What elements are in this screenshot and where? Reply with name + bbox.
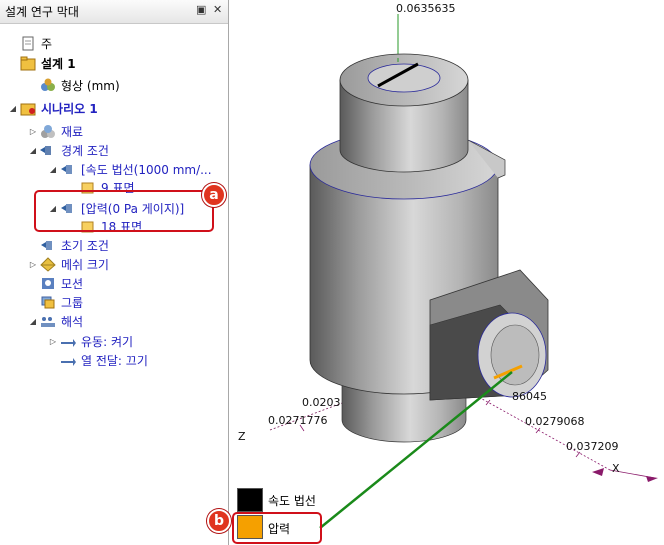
tree-toggle-icon[interactable]: ▷ (28, 127, 38, 136)
motion-icon (40, 276, 56, 291)
tree-item-label: 유동: 켜기 (81, 335, 134, 349)
axis-label: 0.037209 (566, 440, 619, 453)
tree-item[interactable]: ◢ 경계 조건 (28, 141, 109, 160)
tree-toggle-icon[interactable]: ◢ (48, 165, 58, 174)
tree-item[interactable]: 형상 (mm) (28, 76, 120, 95)
tree-toggle-icon[interactable]: ▷ (48, 337, 58, 346)
boundary-condition-icon (60, 162, 76, 177)
z-axis-label: Z (238, 430, 246, 443)
design-study-bar: 설계 연구 막대 ▣ ✕ 주 설계 1 형상 (mm) ◢ 시나리오 1 ▷ 재료 ◢ 경계 조… (0, 0, 229, 545)
tree-item[interactable]: ▷ 메쉬 크기 (28, 255, 109, 274)
scenario-icon (20, 101, 36, 116)
tree-item-label: [속도 법선(1000 mm/... (81, 163, 212, 177)
tree-item[interactable]: 주 (8, 34, 52, 53)
callout-box-b (232, 512, 322, 544)
legend-label-velocity: 속도 법선 (268, 494, 316, 508)
tree-item-label: 재료 (61, 125, 84, 139)
x-axis-arrow (592, 468, 604, 476)
tree-toggle-icon[interactable]: ◢ (8, 104, 18, 113)
callout-badge-a: a (202, 183, 226, 207)
callout-box-a (34, 190, 214, 232)
pin-icon[interactable]: ▣ (196, 3, 206, 16)
solve-icon (40, 314, 56, 329)
boundary-icon (40, 143, 56, 158)
model-view (269, 14, 658, 529)
graphics-viewport[interactable]: 0.0635635 0.0203 0.0271776 86045 0.02790… (230, 0, 664, 545)
axis-label: 86045 (512, 390, 547, 403)
tree-item[interactable]: ◢ 해석 (28, 312, 83, 331)
panel-title-bar: 설계 연구 막대 ▣ ✕ (0, 0, 228, 24)
geometry-icon (40, 78, 56, 93)
tree-item[interactable]: ▷ 유동: 켜기 (48, 332, 133, 351)
tree-item-label: 모션 (61, 277, 84, 291)
tree-toggle-icon[interactable]: ◢ (28, 317, 38, 326)
initial-condition-icon (40, 238, 56, 253)
axis-label: 0.0279068 (525, 415, 585, 428)
tree-item[interactable]: 열 전달: 끄기 (48, 351, 148, 370)
groups-icon (40, 295, 56, 310)
heat-transfer-icon (60, 353, 76, 368)
tree-item-label: 주 (41, 37, 53, 51)
tree-item-label: 초기 조건 (61, 239, 109, 253)
tree-item-label: 그룹 (61, 296, 84, 310)
tree-item-label: 시나리오 1 (41, 102, 98, 116)
x-axis-label: X (612, 462, 620, 475)
mesh-icon (40, 257, 56, 272)
tree-item[interactable]: ▷ 재료 (28, 122, 83, 141)
axis-label: 0.0271776 (268, 414, 328, 427)
flow-icon (60, 334, 76, 349)
tree-item[interactable]: ◢ [속도 법선(1000 mm/... (48, 160, 212, 179)
axis-label: 0.0203 (302, 396, 341, 409)
tree-item-label: 열 전달: 끄기 (81, 354, 148, 368)
tree-toggle-icon[interactable]: ▷ (28, 260, 38, 269)
callout-badge-b: b (207, 509, 231, 533)
tree-item[interactable]: ◢ 시나리오 1 (8, 99, 98, 118)
panel-title: 설계 연구 막대 (5, 5, 79, 19)
document-icon (20, 36, 36, 51)
design-folder-icon (20, 56, 36, 71)
materials-icon (40, 124, 56, 139)
close-icon[interactable]: ✕ (213, 3, 222, 16)
tree-item-label: 메쉬 크기 (61, 258, 109, 272)
tree-item-label: 형상 (mm) (61, 79, 120, 93)
tree-toggle-icon[interactable]: ◢ (28, 146, 38, 155)
design-study-tree: 주 설계 1 형상 (mm) ◢ 시나리오 1 ▷ 재료 ◢ 경계 조건 ◢ [속도 법선(1000… (0, 24, 228, 545)
axis-label: 0.0635635 (396, 2, 456, 15)
tree-item-label: 해석 (61, 315, 84, 329)
tree-item-label: 설계 1 (41, 57, 76, 71)
tree-item[interactable]: 그룹 (28, 293, 83, 312)
tree-item-label: 경계 조건 (61, 144, 109, 158)
legend-swatch-velocity (237, 488, 263, 512)
tree-item[interactable]: 모션 (28, 274, 83, 293)
tree-item[interactable]: 초기 조건 (28, 236, 109, 255)
tree-item[interactable]: 설계 1 (8, 54, 76, 73)
